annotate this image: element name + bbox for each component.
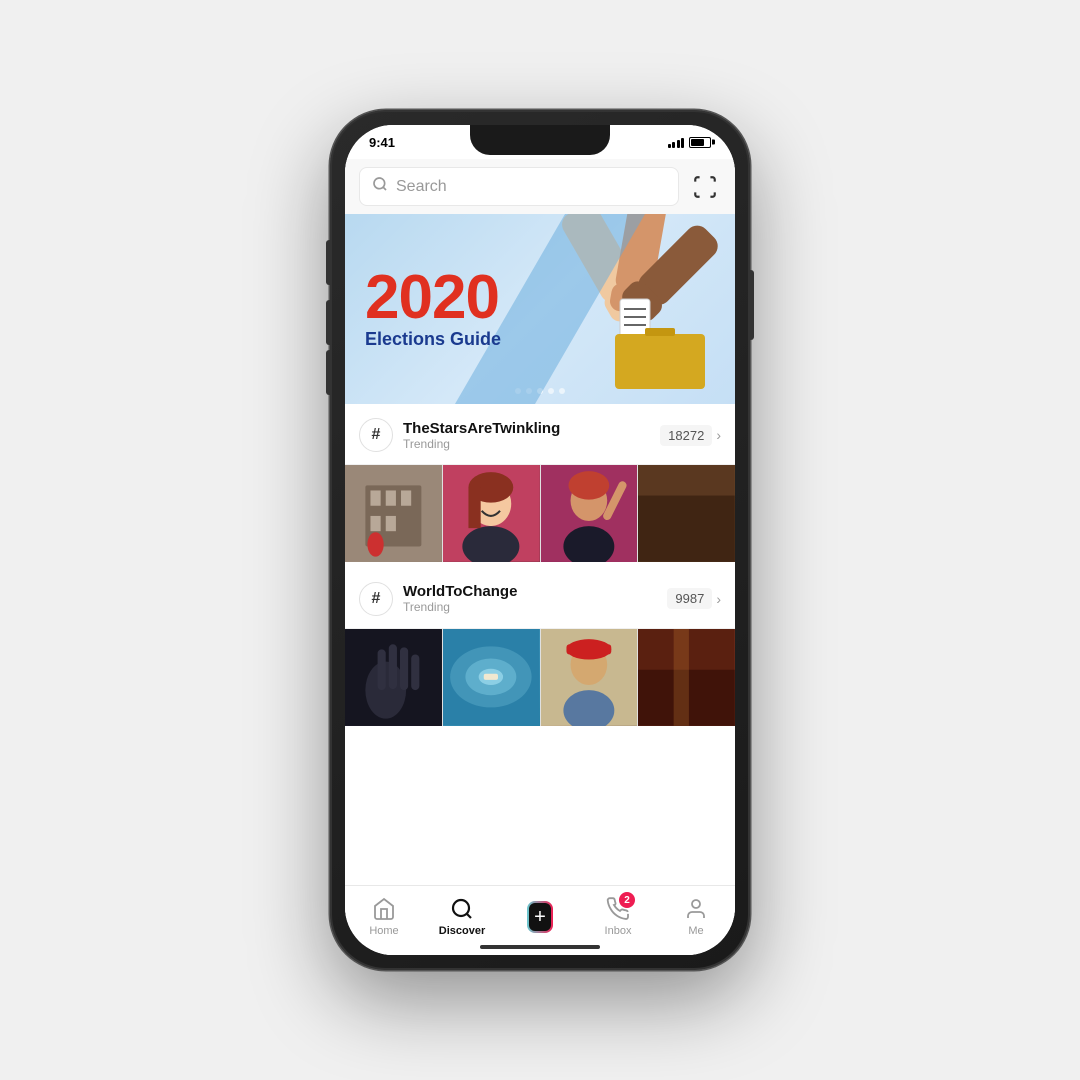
battery-icon bbox=[689, 137, 711, 148]
inbox-badge: 2 bbox=[619, 892, 635, 908]
banner-subtitle: Elections Guide bbox=[365, 329, 501, 351]
photo-cell-1-2[interactable] bbox=[443, 465, 540, 562]
hash-icon-1: # bbox=[359, 418, 393, 452]
trending-section-2: # WorldToChange Trending 9987 › bbox=[345, 570, 735, 726]
phone-outer: 9:41 bbox=[330, 110, 750, 970]
trending-label-2: Trending bbox=[403, 600, 517, 614]
photo-cell-2-4[interactable] bbox=[638, 629, 735, 726]
trending-count-1: 18272 › bbox=[660, 425, 721, 446]
photo-cell-2-3[interactable] bbox=[541, 629, 638, 726]
search-icon bbox=[372, 176, 388, 197]
profile-icon bbox=[683, 896, 709, 922]
photo-grid-2 bbox=[345, 629, 735, 726]
home-indicator bbox=[480, 945, 600, 949]
trending-section-1: # TheStarsAreTwinkling Trending 18272 › bbox=[345, 406, 735, 562]
ballot-box bbox=[615, 334, 705, 389]
trending-info-2: WorldToChange Trending bbox=[403, 583, 517, 614]
search-bar-container: Search bbox=[345, 159, 735, 214]
phone-notch bbox=[470, 125, 610, 155]
scan-icon[interactable] bbox=[689, 171, 721, 203]
trending-label-1: Trending bbox=[403, 437, 560, 451]
trending-left-1: # TheStarsAreTwinkling Trending bbox=[359, 418, 560, 452]
phone-wrapper: 9:41 bbox=[330, 110, 750, 970]
photo-cell-1-4[interactable] bbox=[638, 465, 735, 562]
banner-text-area: 2020 Elections Guide bbox=[365, 267, 501, 351]
nav-create[interactable]: + bbox=[501, 904, 579, 930]
trending-header-2[interactable]: # WorldToChange Trending 9987 › bbox=[345, 570, 735, 629]
nav-home[interactable]: Home bbox=[345, 896, 423, 937]
search-placeholder-text: Search bbox=[396, 178, 447, 196]
inbox-icon: 2 bbox=[605, 896, 631, 922]
hash-icon-2: # bbox=[359, 582, 393, 616]
discover-icon bbox=[449, 896, 475, 922]
photo-cell-1-3[interactable] bbox=[541, 465, 638, 562]
create-icon: + bbox=[527, 904, 553, 930]
photo-cell-2-1[interactable] bbox=[345, 629, 442, 726]
chevron-icon-2: › bbox=[716, 591, 721, 607]
banner-year: 2020 bbox=[365, 267, 501, 329]
trending-hashtag-1: TheStarsAreTwinkling bbox=[403, 420, 560, 437]
bottom-spacer bbox=[345, 726, 735, 746]
nav-inbox-label: Inbox bbox=[605, 925, 632, 937]
status-icons bbox=[668, 136, 712, 148]
trending-header-1[interactable]: # TheStarsAreTwinkling Trending 18272 › bbox=[345, 406, 735, 465]
elections-banner[interactable]: 2020 Elections Guide bbox=[345, 214, 735, 404]
nav-home-label: Home bbox=[369, 925, 398, 937]
home-icon bbox=[371, 896, 397, 922]
photo-grid-1 bbox=[345, 465, 735, 562]
trending-left-2: # WorldToChange Trending bbox=[359, 582, 517, 616]
scroll-content[interactable]: 2020 Elections Guide bbox=[345, 214, 735, 885]
nav-profile-label: Me bbox=[688, 925, 703, 937]
photo-cell-2-2[interactable] bbox=[443, 629, 540, 726]
nav-discover[interactable]: Discover bbox=[423, 896, 501, 937]
status-time: 9:41 bbox=[369, 135, 395, 150]
trending-hashtag-2: WorldToChange bbox=[403, 583, 517, 600]
chevron-icon-1: › bbox=[716, 427, 721, 443]
search-input-wrapper[interactable]: Search bbox=[359, 167, 679, 206]
nav-profile[interactable]: Me bbox=[657, 896, 735, 937]
count-value-2: 9987 bbox=[667, 588, 712, 609]
count-value-1: 18272 bbox=[660, 425, 712, 446]
phone-screen: 9:41 bbox=[345, 125, 735, 955]
photo-cell-1-1[interactable] bbox=[345, 465, 442, 562]
signal-bars bbox=[668, 136, 685, 148]
screen-content: 9:41 bbox=[345, 125, 735, 955]
trending-info-1: TheStarsAreTwinkling Trending bbox=[403, 420, 560, 451]
nav-discover-label: Discover bbox=[439, 925, 485, 937]
nav-inbox[interactable]: 2 Inbox bbox=[579, 896, 657, 937]
trending-count-2: 9987 › bbox=[667, 588, 721, 609]
